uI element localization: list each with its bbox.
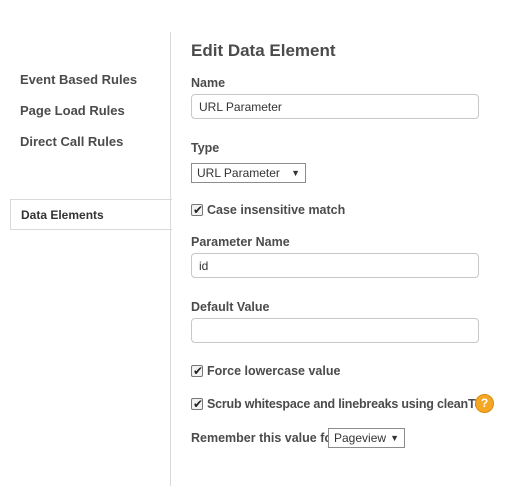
remember-value-select[interactable]: Pageview ▼ — [328, 428, 405, 448]
type-select[interactable]: URL Parameter ▼ — [191, 163, 306, 183]
scrub-whitespace-label: Scrub whitespace and linebreaks using cl… — [207, 397, 492, 411]
sidebar-item-page-load-rules[interactable]: Page Load Rules — [20, 103, 125, 118]
page-title: Edit Data Element — [191, 41, 336, 60]
type-select-value: URL Parameter — [197, 166, 280, 180]
question-mark-icon[interactable]: ? — [475, 394, 494, 413]
scrub-whitespace-checkbox[interactable]: ✔ — [191, 397, 204, 411]
triangle-down-icon: ▼ — [390, 433, 399, 443]
sidebar-item-direct-call-rules[interactable]: Direct Call Rules — [20, 134, 123, 149]
checkmark-icon: ✔ — [193, 397, 204, 411]
scrub-whitespace-row: ✔ Scrub whitespace and linebreaks using … — [191, 397, 492, 413]
type-label: Type — [191, 141, 220, 155]
force-lowercase-label: Force lowercase value — [207, 364, 341, 378]
force-lowercase-checkbox[interactable]: ✔ — [191, 364, 204, 378]
sidebar-divider — [170, 32, 171, 486]
default-value-field[interactable] — [191, 318, 479, 343]
parameter-name-label: Parameter Name — [191, 235, 290, 249]
checkmark-icon: ✔ — [193, 364, 204, 378]
case-insensitive-checkbox[interactable]: ✔ — [191, 203, 204, 217]
force-lowercase-row: ✔ Force lowercase value — [191, 364, 411, 380]
remember-value-select-value: Pageview — [334, 431, 387, 445]
sidebar-item-event-based-rules[interactable]: Event Based Rules — [20, 72, 137, 87]
name-field[interactable] — [191, 94, 479, 119]
remember-value-label: Remember this value for — [191, 431, 337, 445]
triangle-down-icon: ▼ — [291, 168, 300, 178]
default-value-label: Default Value — [191, 300, 270, 314]
sidebar-item-data-elements[interactable]: Data Elements — [10, 199, 172, 230]
checkmark-icon: ✔ — [193, 203, 204, 217]
parameter-name-field[interactable] — [191, 253, 479, 278]
name-label: Name — [191, 76, 226, 90]
case-insensitive-label: Case insensitive match — [207, 203, 346, 217]
sidebar-nav: Event Based Rules Page Load Rules Direct… — [0, 0, 172, 486]
sidebar-item-label: Data Elements — [21, 208, 104, 222]
case-insensitive-row: ✔ Case insensitive match — [191, 203, 411, 219]
